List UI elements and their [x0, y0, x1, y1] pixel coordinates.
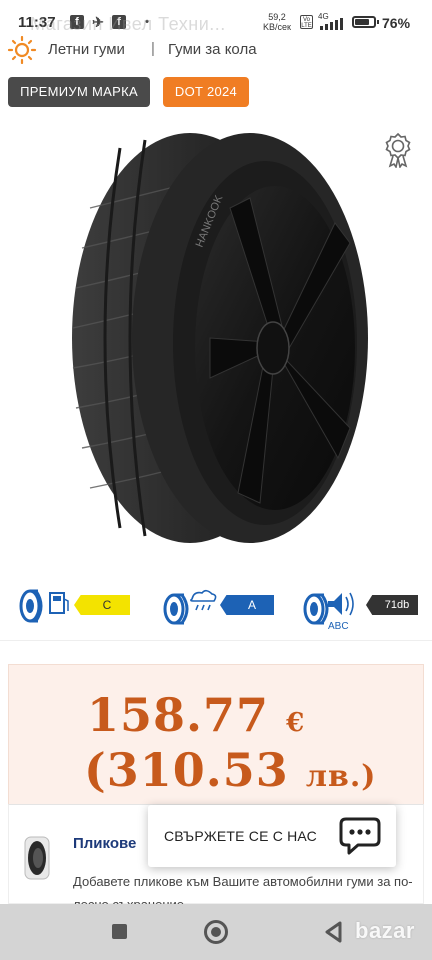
award-icon[interactable] [383, 132, 413, 168]
battery-fill [355, 19, 369, 25]
network-speed: 59,2 KB/сек [263, 12, 291, 32]
breadcrumb-separator: | [151, 40, 155, 57]
price-bgn: (310.53 лв.) [84, 743, 377, 797]
noise-level-icon: ABC [303, 592, 354, 631]
fuel-efficiency-icon [19, 589, 69, 623]
fuel-class-arrow: C [74, 595, 130, 615]
watermark: bazar [355, 918, 415, 943]
battery-icon [352, 16, 379, 28]
page-title-overlay: Магазин Ивел Техни... [30, 14, 226, 34]
screen: 11:37 f ✈ f • Магазин Ивел Техни... 59,2… [0, 0, 432, 960]
divider [0, 640, 432, 641]
price-bgn-currency: лв.) [305, 759, 377, 794]
home-button[interactable] [204, 920, 228, 944]
breadcrumb-summer-tires[interactable]: Летни гуми [48, 41, 125, 58]
volte-icon: Vo LTE [300, 15, 313, 29]
price-eur-currency: € [286, 708, 306, 738]
wet-grip-class-arrow: A [220, 595, 274, 615]
signal-icon [320, 18, 343, 30]
product-image[interactable]: HANKOOK [60, 128, 370, 548]
price-eur: 158.77 € [87, 688, 306, 742]
tire-image: HANKOOK [72, 133, 368, 543]
tire-bag-image [24, 836, 50, 880]
addon-title[interactable]: Пликове [73, 835, 136, 852]
dot-year-badge: DOT 2024 [163, 77, 249, 107]
breadcrumb: Летни гуми | Гуми за кола [0, 36, 432, 66]
eu-tire-label: C A ABC 71db [0, 580, 432, 631]
breadcrumb-car-tires[interactable]: Гуми за кола [168, 41, 257, 58]
status-bar: 11:37 f ✈ f • Магазин Ивел Техни... 59,2… [0, 0, 432, 40]
back-button[interactable] [322, 920, 346, 944]
price-box: 158.77 € (310.53 лв.) [8, 664, 424, 804]
contact-us-label: СВЪРЖЕТЕ СЕ С НАС [164, 828, 317, 844]
contact-us-button[interactable]: СВЪРЖЕТЕ СЕ С НАС [148, 805, 396, 867]
chat-icon [339, 817, 381, 855]
sun-icon [7, 36, 37, 64]
wet-grip-icon [163, 589, 217, 625]
system-nav-bar: bazar [0, 904, 432, 960]
battery-percent: 76% [382, 15, 411, 31]
svg-text:ABC: ABC [328, 621, 349, 631]
recent-apps-button[interactable] [112, 924, 127, 939]
noise-level-arrow: 71db [366, 595, 418, 615]
premium-brand-badge: ПРЕМИУМ МАРКА [8, 77, 150, 107]
